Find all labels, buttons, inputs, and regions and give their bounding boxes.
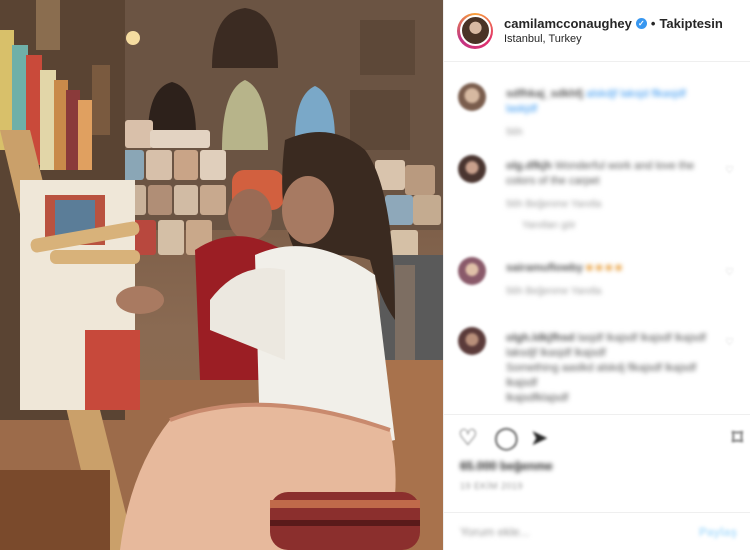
verified-badge-icon: ✓ xyxy=(635,18,647,29)
post-comment-button[interactable]: Paylaş xyxy=(699,525,737,539)
carpet-weaving-scene-illustration xyxy=(0,0,443,550)
post-photo[interactable] xyxy=(0,0,443,550)
comment-text: olg.dfkjh Wonderful work and love the co… xyxy=(506,160,695,187)
comments-list: sdfhkaj_sdkhfj alskdjf laksjd flkasjdf l… xyxy=(444,63,750,413)
avatar-image xyxy=(459,15,491,46)
location-link[interactable]: Istanbul, Turkey xyxy=(504,33,723,45)
comment-body: sdfhkaj_sdkhfj alskdjf laksjd flkasjdf l… xyxy=(506,87,716,138)
comment-avatar[interactable] xyxy=(458,327,486,355)
comment-icon[interactable]: ◯ xyxy=(494,425,519,451)
comment-text-line: lkajsdfklajsdf xyxy=(506,392,569,404)
header-line: camilamcconaughey ✓ • Takiptesin xyxy=(504,16,723,31)
likes-count[interactable]: 65.000 beğenme xyxy=(460,459,553,473)
comment-like-icon[interactable]: ♡ xyxy=(725,337,735,348)
comment-body: olg.dfkjh Wonderful work and love the co… xyxy=(506,159,716,231)
post-header: camilamcconaughey ✓ • Takiptesin Istanbu… xyxy=(444,0,750,62)
comment-text: olgh.ldkjfhsd lasjdf lkajsdf lkajsdf lka… xyxy=(506,332,706,359)
comment-body: olgh.ldkjfhsd lasjdf lkajsdf lkajsdf lka… xyxy=(506,331,716,406)
comment-like-icon[interactable]: ♡ xyxy=(725,165,735,176)
header-text: camilamcconaughey ✓ • Takiptesin Istanbu… xyxy=(504,16,723,45)
profile-avatar[interactable] xyxy=(457,12,493,49)
comment-text: sairamuflowby ■ ■ ■ ■ xyxy=(506,262,622,274)
username-link[interactable]: camilamcconaughey xyxy=(504,16,632,31)
comment-avatar[interactable] xyxy=(458,155,486,183)
comment-text: sdfhkaj_sdkhfj alskdjf laksjd flkasjdf l… xyxy=(506,88,686,115)
comment-like-icon[interactable]: ♡ xyxy=(725,267,735,278)
comment-text-line: Something aaslkd alskdj flkajsdf lkajsdf… xyxy=(506,362,697,389)
action-icons: ♡ ◯ ➤ ⌑ xyxy=(458,425,743,455)
comment-meta: 56h Beğenme Yanıtla xyxy=(506,286,602,297)
post-side-panel: camilamcconaughey ✓ • Takiptesin Istanbu… xyxy=(443,0,750,550)
post-date: 19 EKİM 2019 xyxy=(460,481,524,491)
comment-avatar[interactable] xyxy=(458,83,486,111)
add-comment-input[interactable]: Yorum ekle... xyxy=(460,525,530,539)
following-button[interactable]: Takiptesin xyxy=(659,16,722,31)
comment-avatar[interactable] xyxy=(458,257,486,285)
heart-icon[interactable]: ♡ xyxy=(458,425,478,451)
bookmark-icon[interactable]: ⌑ xyxy=(732,425,743,451)
add-comment-bar: Yorum ekle... Paylaş xyxy=(444,512,750,551)
comment-meta: 56h xyxy=(506,127,523,138)
comment-meta: 56h Beğenme Yanıtla xyxy=(506,199,602,210)
view-replies-link[interactable]: Yanıtları gör xyxy=(506,220,716,231)
comment-body: sairamuflowby ■ ■ ■ ■ 56h Beğenme Yanıtl… xyxy=(506,261,716,297)
post-actions: ♡ ◯ ➤ ⌑ 65.000 beğenme 19 EKİM 2019 Yoru… xyxy=(444,414,750,550)
share-icon[interactable]: ➤ xyxy=(530,425,548,451)
instagram-post: camilamcconaughey ✓ • Takiptesin Istanbu… xyxy=(0,0,750,550)
separator-dot: • xyxy=(650,16,656,31)
